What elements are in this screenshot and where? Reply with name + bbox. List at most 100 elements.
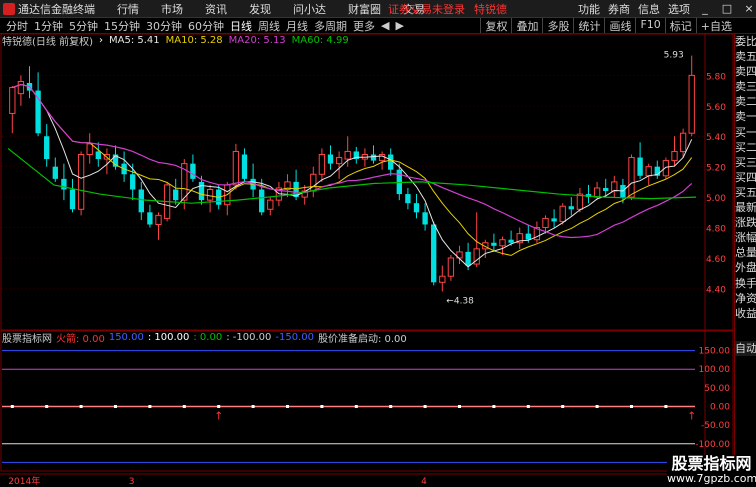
sidebar-item-14[interactable]: 总量	[735, 245, 756, 260]
sidebar-item-6[interactable]: 买一	[735, 125, 756, 140]
watermark: 股票指标网 www.7gpzb.com	[667, 455, 756, 487]
sidebar-item-3[interactable]: 卖三	[735, 79, 756, 94]
candle-body	[388, 154, 394, 170]
period-tab-30min[interactable]: 30分钟	[146, 18, 182, 34]
date-tick-label: 3	[129, 477, 135, 487]
indicator-title: 股票指标网	[2, 333, 52, 345]
period-tab-monthly[interactable]: 月线	[286, 18, 308, 34]
sidebar-item-15[interactable]: 外盘	[735, 260, 756, 275]
draw-button[interactable]: 画线	[604, 18, 635, 33]
mark-button[interactable]: 标记	[664, 18, 696, 33]
candle-body	[447, 257, 455, 277]
close-button[interactable]: ×	[742, 2, 756, 15]
nav-right-icon[interactable]: ▶	[395, 19, 403, 32]
menu-market-quotes[interactable]: 行情	[117, 1, 139, 17]
sidebar-item-10[interactable]: 买五	[735, 185, 756, 200]
sidebar-item-9[interactable]: 买四	[735, 170, 756, 185]
title-bar: 通达信金融终端 行情 市场 资讯 发现 问小达 财富圈 交易 证券交易未登录 特…	[0, 0, 756, 18]
period-tab-daily[interactable]: 日线	[230, 18, 252, 34]
candle-body	[275, 187, 283, 201]
period-tab-15min[interactable]: 15分钟	[104, 18, 140, 34]
nav-left-icon[interactable]: ◀	[381, 19, 389, 32]
candlestick-chart[interactable]: 5.80 5.60 5.40 5.20 5.00 4.80 4.60 4.40 5.93 ←4.3…	[0, 0, 756, 487]
candle-body	[439, 275, 446, 283]
candle-body	[456, 251, 463, 259]
multi-stock-button[interactable]: 多股	[542, 18, 573, 33]
rocket-value: 火箭: 0.00	[56, 333, 105, 345]
candle-body	[559, 205, 566, 222]
period-tab-weekly[interactable]: 周线	[258, 18, 280, 34]
candle-body	[525, 233, 531, 240]
period-tab-60min[interactable]: 60分钟	[188, 18, 224, 34]
menu-info[interactable]: 信息	[638, 1, 660, 17]
rocket-arrow-icon: ↑	[214, 410, 223, 423]
sidebar-item-18[interactable]: 收益	[735, 306, 756, 321]
period-tab-multi[interactable]: 多周期	[314, 18, 347, 34]
candle-body	[301, 190, 308, 198]
indicator-tick-label: 0.00	[710, 403, 730, 413]
indicator-zero-marker	[561, 405, 565, 408]
f10-button[interactable]: F10	[635, 18, 664, 33]
menu-function[interactable]: 功能	[578, 1, 600, 17]
sidebar-item-16[interactable]: 换手	[735, 276, 756, 291]
sidebar-item-7[interactable]: 买二	[735, 140, 756, 155]
sidebar-auto-button[interactable]: 自动	[735, 340, 756, 356]
ma10-value: MA10: 5.28	[165, 34, 223, 46]
sidebar-item-4[interactable]: 卖二	[735, 94, 756, 109]
indicator-zero-marker	[79, 405, 83, 408]
period-tab-5min[interactable]: 5分钟	[69, 18, 98, 34]
login-notice[interactable]: 证券交易未登录	[388, 1, 465, 17]
sidebar-item-13[interactable]: 涨幅	[735, 230, 756, 245]
sidebar-item-11[interactable]: 最新	[735, 200, 756, 215]
candle-body	[482, 242, 489, 250]
menu-discover[interactable]: 发现	[249, 1, 271, 17]
sidebar-item-12[interactable]: 涨跌	[735, 215, 756, 230]
menu-news[interactable]: 资讯	[205, 1, 227, 17]
candle-body	[181, 163, 188, 201]
quote-sidebar: 委比 卖五 卖四 卖三 卖二 卖一 买一 买二 买三 买四 买五 最新 涨跌 涨幅 总量 外盘 换手 净资 收益自动	[734, 34, 756, 487]
candle-body	[112, 154, 119, 167]
add-watchlist-button[interactable]: +自选	[695, 18, 736, 33]
menu-wealth[interactable]: 财富圈	[348, 1, 381, 17]
period-tab-1min[interactable]: 1分钟	[34, 18, 63, 34]
price-tick-label: 5.20	[706, 164, 726, 174]
candle-body	[508, 239, 514, 243]
sidebar-item-5[interactable]: 卖一	[735, 109, 756, 124]
candle-body	[44, 136, 50, 160]
candle-body	[576, 193, 584, 210]
indicator-zero-marker	[45, 405, 49, 408]
price-tick-label: 5.60	[706, 103, 726, 113]
overlay-button[interactable]: 叠加	[511, 18, 542, 33]
sidebar-item-17[interactable]: 净资	[735, 291, 756, 306]
indicator-zero-marker	[286, 405, 289, 408]
candle-body	[378, 154, 386, 162]
period-tab-intraday[interactable]: 分时	[6, 18, 28, 34]
ma60-value: MA60: 4.99	[291, 34, 349, 46]
candle-body	[431, 224, 437, 283]
price-tick-label: 5.40	[706, 133, 726, 143]
menu-options[interactable]: 选项	[668, 1, 690, 17]
rocket-arrow-icon: ↑	[687, 410, 696, 423]
stats-button[interactable]: 统计	[573, 18, 604, 33]
price-pane-frame	[0, 33, 734, 331]
sidebar-item-1[interactable]: 卖五	[735, 49, 756, 64]
menu-market[interactable]: 市场	[161, 1, 183, 17]
candle-body	[155, 214, 162, 225]
candle-body	[662, 160, 670, 177]
candle-body	[593, 187, 601, 198]
sidebar-item-8[interactable]: 买三	[735, 155, 756, 170]
candle-body	[533, 227, 541, 241]
date-tick-label: 2014年	[8, 475, 40, 487]
sidebar-item-2[interactable]: 卖四	[735, 64, 756, 79]
maximize-button[interactable]: □	[720, 2, 734, 15]
period-tab-more[interactable]: 更多	[353, 18, 375, 34]
indicator-zero-marker	[526, 405, 530, 408]
menu-broker[interactable]: 券商	[608, 1, 630, 17]
minimize-button[interactable]: _	[698, 2, 712, 15]
indicator-tick-label: -100.00	[695, 440, 730, 450]
candle-body	[267, 199, 274, 210]
adjust-button[interactable]: 复权	[480, 18, 511, 33]
menu-ask[interactable]: 问小达	[293, 1, 326, 17]
sidebar-item-0[interactable]: 委比	[735, 34, 756, 49]
indicator-tick-label: 100.00	[699, 365, 731, 375]
